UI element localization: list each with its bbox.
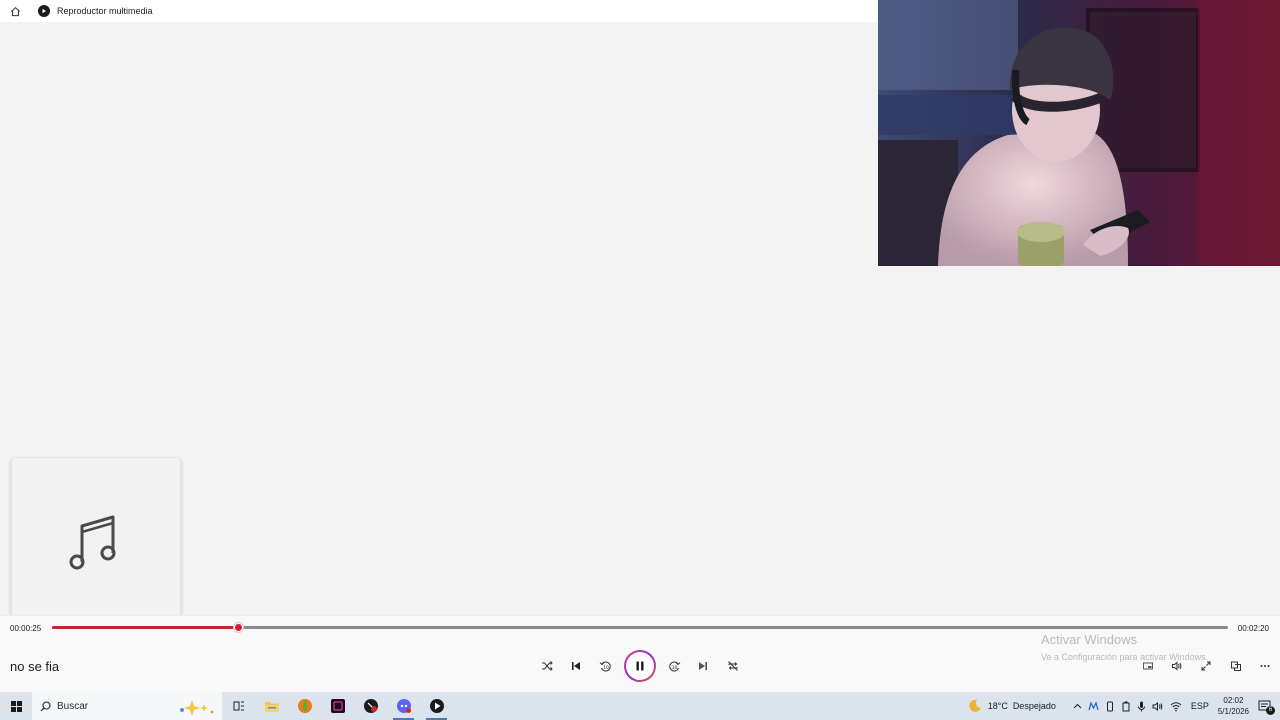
- svg-text:30: 30: [671, 665, 677, 671]
- pause-icon: [626, 652, 654, 680]
- search-placeholder: Buscar: [57, 700, 89, 712]
- fl-studio-icon[interactable]: [288, 692, 321, 720]
- microphone-icon[interactable]: [1137, 701, 1146, 712]
- moon-icon: [969, 699, 981, 712]
- forward-30-icon[interactable]: 30: [661, 650, 687, 682]
- system-tray: 18°C Despejado ESP 02:02 5/1/2026 6: [965, 692, 1280, 720]
- usb-icon[interactable]: [1105, 701, 1115, 712]
- shuffle-icon[interactable]: [534, 650, 560, 682]
- album-art: [11, 457, 181, 627]
- tray-app-icon[interactable]: [1088, 700, 1099, 712]
- taskbar-search[interactable]: Buscar: [32, 692, 222, 720]
- battery-icon[interactable]: [1121, 701, 1131, 712]
- webcam-overlay: [878, 0, 1280, 266]
- sparkle-icon: [180, 700, 214, 716]
- seek-progress: [52, 626, 238, 629]
- seek-bar[interactable]: [52, 623, 1228, 632]
- seek-thumb[interactable]: [233, 623, 243, 632]
- discord-icon[interactable]: [387, 692, 420, 720]
- weather-widget[interactable]: 18°C Despejado: [968, 699, 1056, 713]
- music-note-icon: [69, 515, 116, 570]
- chevron-up-icon[interactable]: [1073, 702, 1082, 711]
- home-icon[interactable]: [0, 0, 30, 22]
- svg-text:10: 10: [603, 665, 609, 671]
- clock[interactable]: 02:02 5/1/2026: [1218, 695, 1249, 717]
- file-explorer-icon[interactable]: [255, 692, 288, 720]
- app-icon[interactable]: [354, 692, 387, 720]
- search-icon: [40, 700, 51, 711]
- activation-watermark: Activar Windows Ve a Configuración para …: [1041, 632, 1208, 662]
- language-indicator[interactable]: ESP: [1191, 701, 1209, 711]
- rewind-10-icon[interactable]: 10: [592, 650, 618, 682]
- total-time: 00:02:20: [1237, 624, 1269, 633]
- watermark-subtitle: Ve a Configuración para activar Windows.: [1041, 652, 1209, 662]
- editor-app-icon[interactable]: [321, 692, 354, 720]
- wifi-icon[interactable]: [1170, 701, 1182, 712]
- speaker-icon[interactable]: [1152, 701, 1164, 712]
- cast-icon[interactable]: [1223, 650, 1249, 682]
- media-player-icon: [38, 5, 50, 17]
- window-title: Reproductor multimedia: [57, 6, 153, 16]
- media-player-taskbar-icon[interactable]: [420, 692, 453, 720]
- taskbar: Buscar 18°C Despejado ESP 02:02 5/1/2026…: [0, 692, 1280, 720]
- title-bar: Reproductor multimedia: [0, 0, 878, 22]
- current-time: 00:00:25: [10, 624, 42, 633]
- clock-date: 5/1/2026: [1217, 707, 1249, 716]
- weather-temp: 18°C: [987, 701, 1008, 711]
- pause-button[interactable]: [624, 650, 656, 682]
- clock-time: 02:02: [1223, 696, 1244, 705]
- player-bar: 00:00:25 00:02:20 no se fia 10 30 Activa…: [0, 615, 1280, 692]
- more-icon[interactable]: [1252, 650, 1278, 682]
- weather-condition: Despejado: [1012, 701, 1056, 711]
- task-view-icon[interactable]: [222, 692, 255, 720]
- repeat-icon[interactable]: [720, 650, 746, 682]
- notification-center-icon[interactable]: 6: [1258, 700, 1275, 715]
- notification-badge: 6: [1266, 706, 1275, 715]
- windows-start-icon[interactable]: [0, 692, 32, 720]
- next-icon[interactable]: [690, 650, 716, 682]
- watermark-title: Activar Windows: [1041, 632, 1138, 647]
- previous-icon[interactable]: [563, 650, 589, 682]
